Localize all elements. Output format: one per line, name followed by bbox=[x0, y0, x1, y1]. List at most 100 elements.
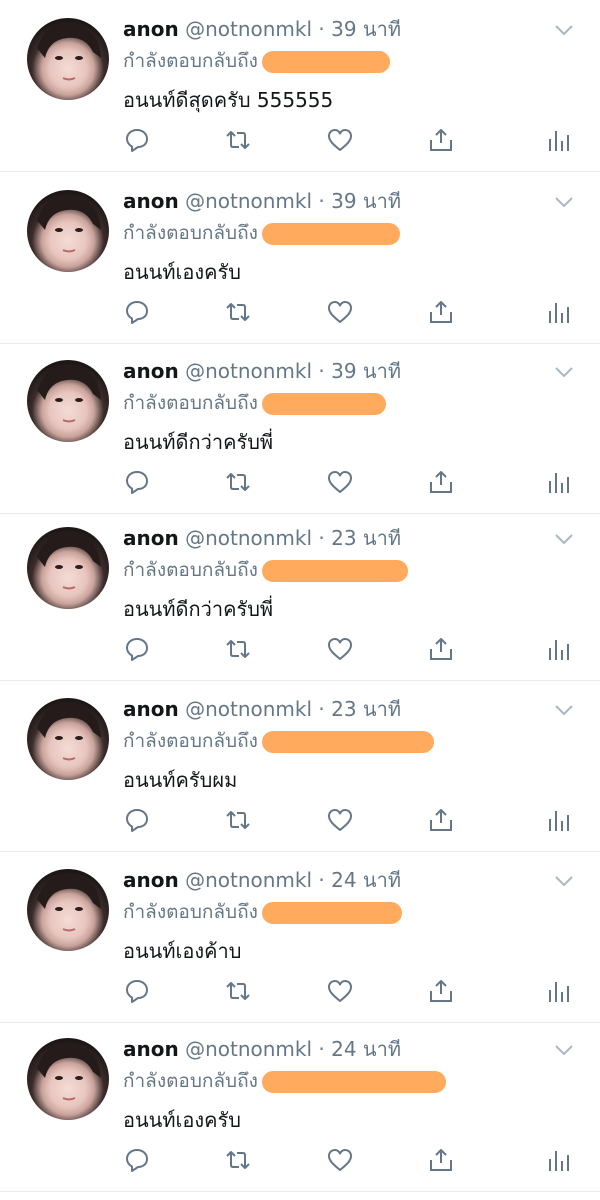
analytics-icon[interactable] bbox=[544, 1146, 572, 1174]
avatar[interactable] bbox=[27, 527, 109, 609]
user-handle[interactable]: @notnonmkl bbox=[185, 17, 312, 41]
display-name[interactable]: anon bbox=[123, 526, 179, 550]
redacted-username bbox=[261, 222, 400, 245]
separator-dot: · bbox=[318, 1037, 325, 1061]
retweet-icon[interactable] bbox=[224, 126, 252, 154]
reply-icon[interactable] bbox=[123, 126, 151, 154]
separator-dot: · bbox=[318, 697, 325, 721]
retweet-icon[interactable] bbox=[224, 468, 252, 496]
reply-icon[interactable] bbox=[123, 635, 151, 663]
redacted-username bbox=[261, 1070, 446, 1093]
chevron-down-icon[interactable] bbox=[554, 702, 574, 716]
like-icon[interactable] bbox=[326, 126, 354, 154]
display-name[interactable]: anon bbox=[123, 697, 179, 721]
avatar[interactable] bbox=[27, 190, 109, 272]
analytics-icon[interactable] bbox=[544, 635, 572, 663]
display-name[interactable]: anon bbox=[123, 868, 179, 892]
tweet-text: อนนท์เองครับ bbox=[123, 260, 241, 284]
chevron-down-icon[interactable] bbox=[554, 531, 574, 545]
avatar[interactable] bbox=[27, 18, 109, 100]
avatar[interactable] bbox=[27, 1038, 109, 1120]
share-icon[interactable] bbox=[427, 806, 455, 834]
share-icon[interactable] bbox=[427, 1146, 455, 1174]
replying-to-label: กำลังตอบกลับถึง bbox=[123, 392, 258, 414]
tweet-item[interactable]: anon @notnonmkl · 39 นาที กำลังตอบกลับถึ… bbox=[0, 172, 600, 344]
timestamp[interactable]: 39 นาที bbox=[331, 359, 401, 383]
replying-to-label: กำลังตอบกลับถึง bbox=[123, 730, 258, 752]
chevron-down-icon[interactable] bbox=[554, 873, 574, 887]
tweet-item[interactable]: anon @notnonmkl · 39 นาที กำลังตอบกลับถึ… bbox=[0, 342, 600, 514]
timestamp[interactable]: 24 นาที bbox=[331, 868, 401, 892]
chevron-down-icon[interactable] bbox=[554, 1042, 574, 1056]
like-icon[interactable] bbox=[326, 1146, 354, 1174]
timestamp[interactable]: 39 นาที bbox=[331, 189, 401, 213]
user-handle[interactable]: @notnonmkl bbox=[185, 868, 312, 892]
redacted-username bbox=[261, 559, 408, 582]
separator-dot: · bbox=[318, 17, 325, 41]
like-icon[interactable] bbox=[326, 298, 354, 326]
chevron-down-icon[interactable] bbox=[554, 194, 574, 208]
reply-icon[interactable] bbox=[123, 1146, 151, 1174]
replying-to-label: กำลังตอบกลับถึง bbox=[123, 559, 258, 581]
analytics-icon[interactable] bbox=[544, 468, 572, 496]
user-handle[interactable]: @notnonmkl bbox=[185, 1037, 312, 1061]
redacted-username bbox=[261, 901, 402, 924]
like-icon[interactable] bbox=[326, 977, 354, 1005]
tweet-actions bbox=[0, 298, 600, 328]
like-icon[interactable] bbox=[326, 468, 354, 496]
analytics-icon[interactable] bbox=[544, 298, 572, 326]
timestamp[interactable]: 23 นาที bbox=[331, 697, 401, 721]
replying-to-line: กำลังตอบกลับถึง bbox=[123, 1068, 446, 1094]
tweet-item[interactable]: anon @notnonmkl · 24 นาที กำลังตอบกลับถึ… bbox=[0, 851, 600, 1023]
reply-icon[interactable] bbox=[123, 806, 151, 834]
user-handle[interactable]: @notnonmkl bbox=[185, 359, 312, 383]
tweet-item[interactable]: anon @notnonmkl · 23 นาที กำลังตอบกลับถึ… bbox=[0, 680, 600, 852]
separator-dot: · bbox=[318, 189, 325, 213]
share-icon[interactable] bbox=[427, 635, 455, 663]
retweet-icon[interactable] bbox=[224, 977, 252, 1005]
analytics-icon[interactable] bbox=[544, 126, 572, 154]
avatar[interactable] bbox=[27, 869, 109, 951]
chevron-down-icon[interactable] bbox=[554, 364, 574, 378]
reply-icon[interactable] bbox=[123, 298, 151, 326]
separator-dot: · bbox=[318, 526, 325, 550]
tweet-header: anon @notnonmkl · 23 นาที bbox=[123, 696, 401, 722]
share-icon[interactable] bbox=[427, 126, 455, 154]
display-name[interactable]: anon bbox=[123, 359, 179, 383]
share-icon[interactable] bbox=[427, 298, 455, 326]
replying-to-line: กำลังตอบกลับถึง bbox=[123, 220, 400, 246]
replying-to-line: กำลังตอบกลับถึง bbox=[123, 390, 386, 416]
timestamp[interactable]: 39 นาที bbox=[331, 17, 401, 41]
share-icon[interactable] bbox=[427, 468, 455, 496]
retweet-icon[interactable] bbox=[224, 1146, 252, 1174]
analytics-icon[interactable] bbox=[544, 806, 572, 834]
reply-icon[interactable] bbox=[123, 468, 151, 496]
display-name[interactable]: anon bbox=[123, 1037, 179, 1061]
reply-icon[interactable] bbox=[123, 977, 151, 1005]
display-name[interactable]: anon bbox=[123, 189, 179, 213]
share-icon[interactable] bbox=[427, 977, 455, 1005]
tweet-text: อนนท์ครับผม bbox=[123, 768, 238, 792]
user-handle[interactable]: @notnonmkl bbox=[185, 189, 312, 213]
timestamp[interactable]: 24 นาที bbox=[331, 1037, 401, 1061]
user-handle[interactable]: @notnonmkl bbox=[185, 526, 312, 550]
retweet-icon[interactable] bbox=[224, 806, 252, 834]
tweet-actions bbox=[0, 635, 600, 665]
tweet-item[interactable]: anon @notnonmkl · 24 นาที กำลังตอบกลับถึ… bbox=[0, 1020, 600, 1192]
analytics-icon[interactable] bbox=[544, 977, 572, 1005]
tweet-item[interactable]: anon @notnonmkl · 39 นาที กำลังตอบกลับถึ… bbox=[0, 0, 600, 172]
display-name[interactable]: anon bbox=[123, 17, 179, 41]
retweet-icon[interactable] bbox=[224, 298, 252, 326]
timestamp[interactable]: 23 นาที bbox=[331, 526, 401, 550]
avatar[interactable] bbox=[27, 360, 109, 442]
user-handle[interactable]: @notnonmkl bbox=[185, 697, 312, 721]
like-icon[interactable] bbox=[326, 806, 354, 834]
avatar[interactable] bbox=[27, 698, 109, 780]
retweet-icon[interactable] bbox=[224, 635, 252, 663]
redacted-username bbox=[261, 730, 434, 753]
tweet-header: anon @notnonmkl · 39 นาที bbox=[123, 188, 401, 214]
like-icon[interactable] bbox=[326, 635, 354, 663]
chevron-down-icon[interactable] bbox=[554, 22, 574, 36]
tweet-actions bbox=[0, 806, 600, 836]
tweet-item[interactable]: anon @notnonmkl · 23 นาที กำลังตอบกลับถึ… bbox=[0, 509, 600, 681]
